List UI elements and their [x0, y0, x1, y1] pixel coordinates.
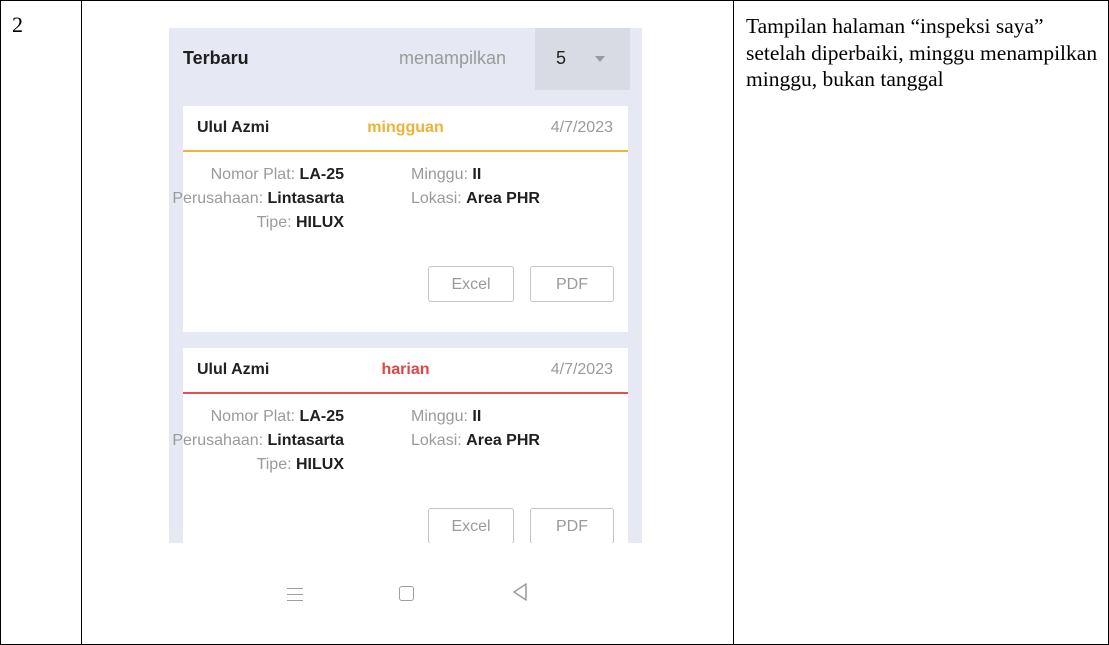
location: Lokasi: Area PHR [411, 190, 540, 207]
inspection-card: Ulul Azmi mingguan 4/7/2023 Nomor Plat: … [172, 106, 628, 332]
plate-number: Nomor Plat: LA-25 [210, 408, 344, 425]
inspection-date: 4/7/2023 [550, 119, 613, 136]
show-count-value: 5 [556, 48, 567, 68]
table-column-divider-2 [733, 0, 734, 645]
pdf-button[interactable]: PDF [530, 266, 614, 302]
filter-bar: Terbaru menampilkan 5 [169, 28, 642, 90]
plate-number: Nomor Plat: LA-25 [210, 166, 344, 183]
navigation-bar [169, 558, 642, 618]
filter-title: Terbaru [183, 48, 249, 68]
inspection-date: 4/7/2023 [550, 361, 613, 378]
row-number: 2 [12, 12, 23, 37]
excel-button[interactable]: Excel [428, 508, 514, 543]
show-count-select[interactable]: 5 [535, 28, 630, 90]
chevron-down-icon [595, 56, 605, 62]
week: Minggu: II [411, 166, 482, 183]
inspection-card: Ulul Azmi harian 4/7/2023 Nomor Plat: LA… [172, 348, 628, 543]
excel-button[interactable]: Excel [428, 266, 514, 302]
table-border-left [0, 0, 1, 645]
company: Perusahaan: Lintasarta [172, 432, 344, 449]
vehicle-type: Tipe: HILUX [256, 456, 344, 473]
card-header: Ulul Azmi mingguan 4/7/2023 [183, 106, 628, 152]
vehicle-type: Tipe: HILUX [256, 214, 344, 231]
phone-screen: Terbaru menampilkan 5 Ulul Azmi mingguan… [169, 28, 642, 543]
week: Minggu: II [411, 408, 482, 425]
row-description: Tampilan halaman “inspeksi saya” setelah… [746, 14, 1098, 91]
back-icon[interactable] [511, 582, 529, 602]
pdf-button[interactable]: PDF [530, 508, 614, 543]
show-count-label: menampilkan [399, 48, 507, 68]
home-icon[interactable] [399, 586, 414, 601]
card-header: Ulul Azmi harian 4/7/2023 [183, 348, 628, 394]
menu-icon[interactable] [287, 588, 303, 606]
table-column-divider-1 [81, 0, 82, 645]
table-border-top [0, 0, 1109, 1]
location: Lokasi: Area PHR [411, 432, 540, 449]
company: Perusahaan: Lintasarta [172, 190, 344, 207]
